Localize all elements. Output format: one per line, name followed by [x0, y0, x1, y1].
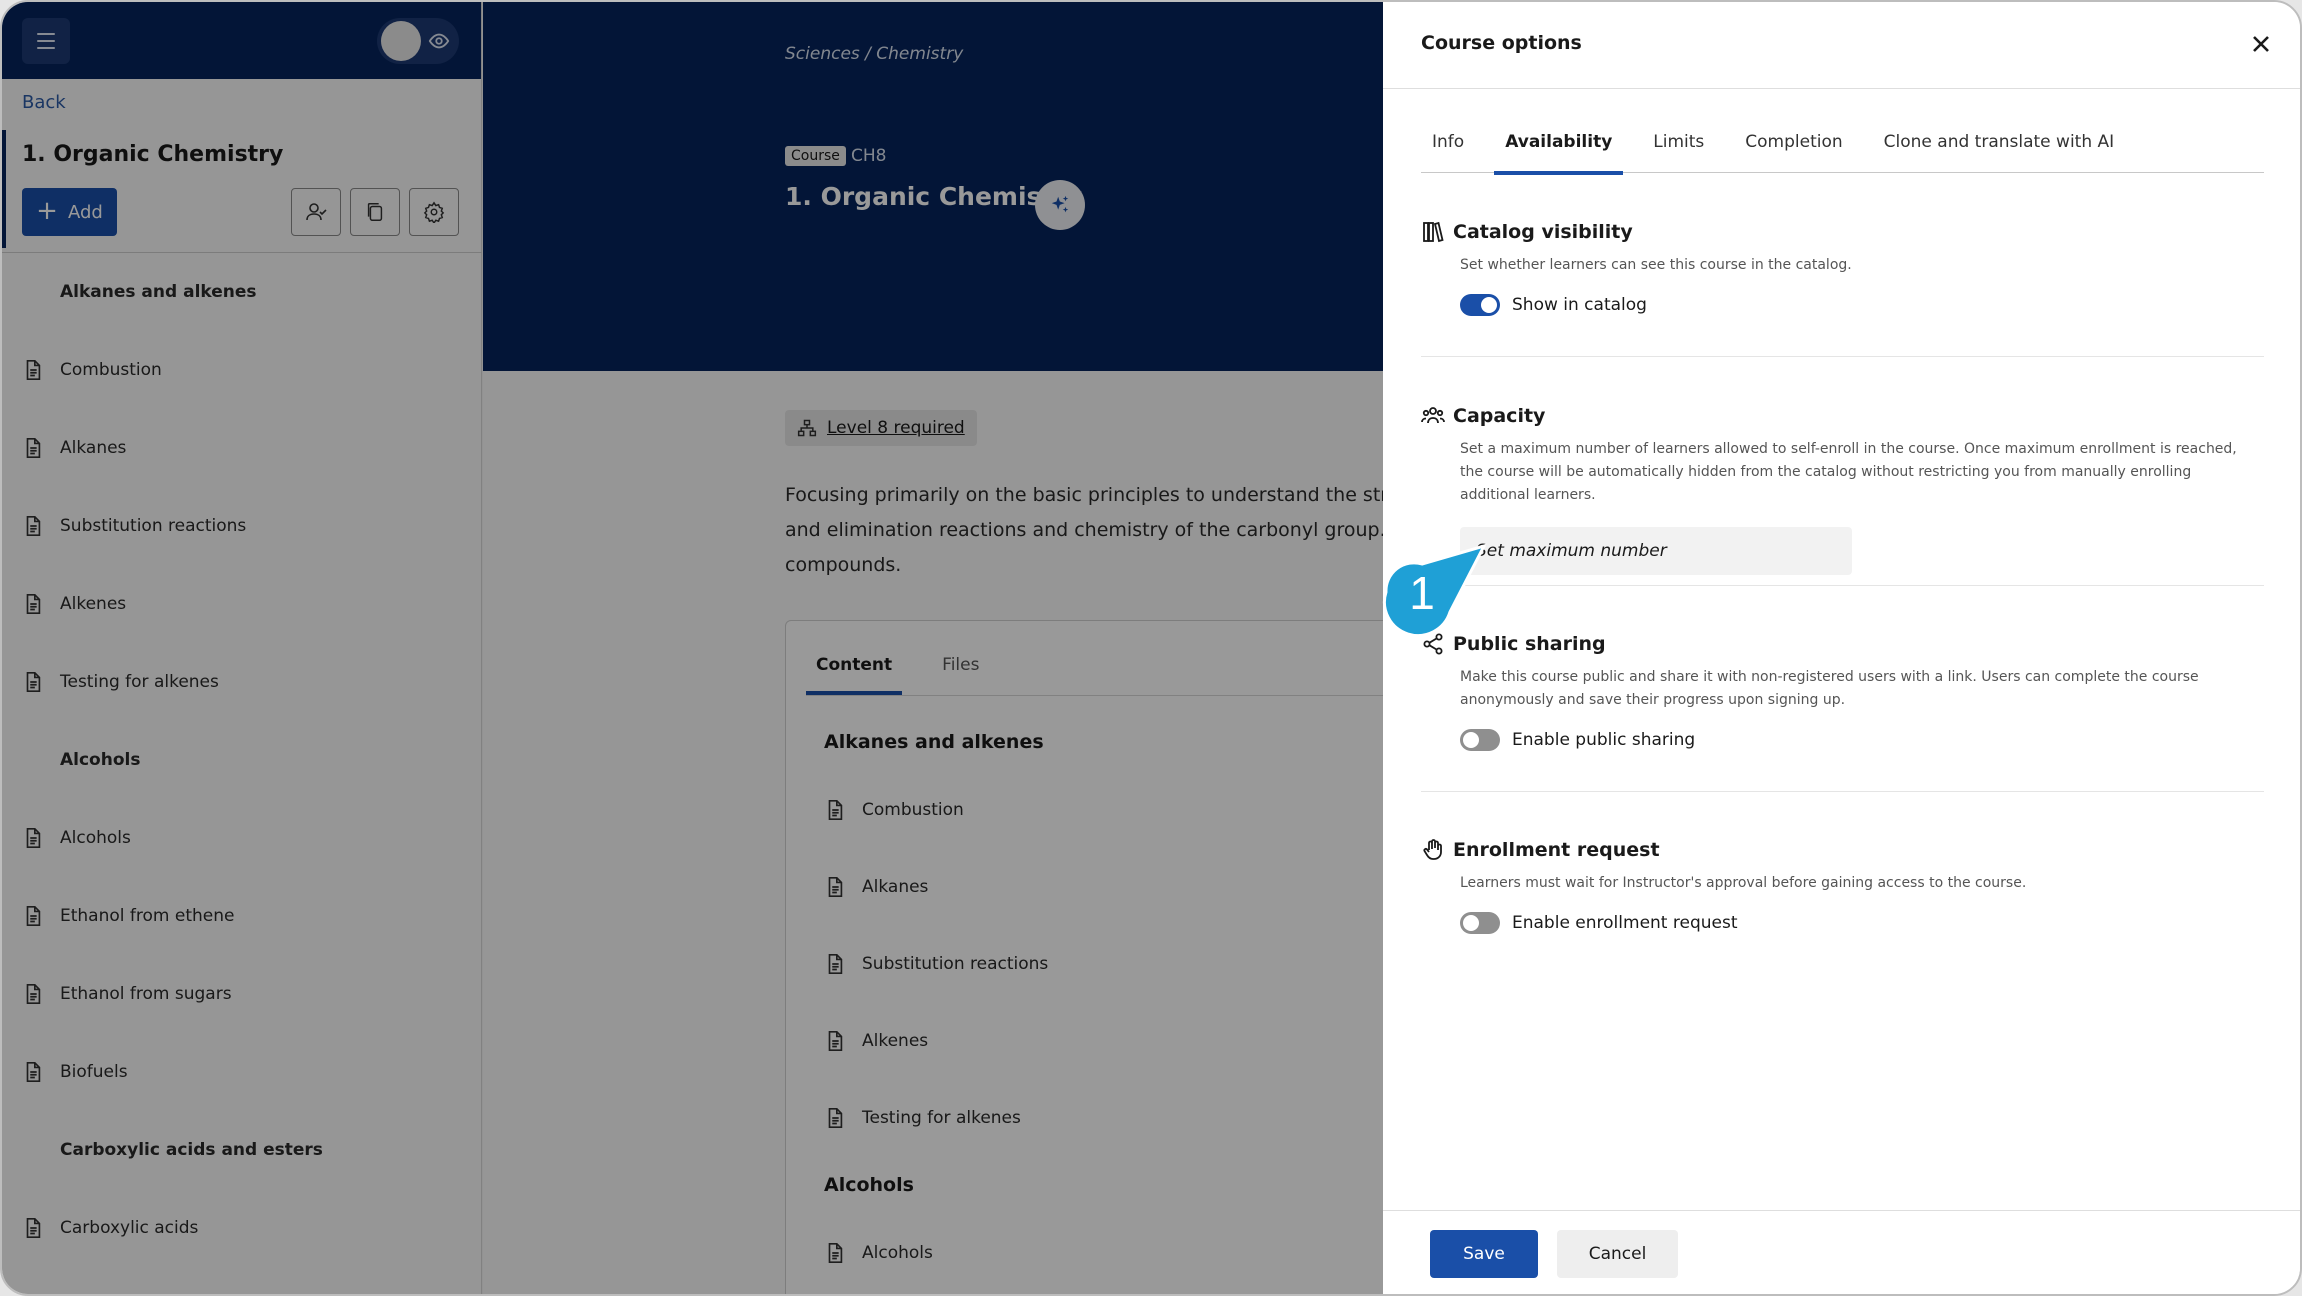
hand-icon	[1423, 839, 1442, 860]
tab-availability[interactable]: Availability	[1494, 118, 1624, 175]
course-options-panel: Course options Info Availability Limits Com…	[1383, 2, 2300, 1294]
catalog-visibility-description: Set whether learners can see this course…	[1460, 257, 1852, 273]
options-tabs: Info Availability Limits Completion Clone an…	[1421, 118, 2264, 175]
tab-limits[interactable]: Limits	[1642, 118, 1715, 173]
public-sharing-description: Make this course public and share it wit…	[1460, 669, 2199, 708]
show-in-catalog-label: Show in catalog	[1512, 295, 1647, 315]
tab-clone-and-translate-with-ai[interactable]: Clone and translate with AI	[1873, 118, 2126, 173]
catalog-visibility-title: Catalog visibility	[1453, 221, 1633, 243]
modal-backdrop[interactable]	[2, 2, 1383, 1294]
section-divider	[1421, 791, 2264, 792]
public-sharing-label: Enable public sharing	[1512, 730, 1696, 750]
public-sharing-section: Public sharing Make this course public a…	[1421, 630, 2264, 754]
save-button[interactable]: Save	[1430, 1230, 1538, 1278]
public-sharing-toggle[interactable]	[1460, 729, 1500, 751]
cancel-button[interactable]: Cancel	[1557, 1230, 1678, 1278]
callout-marker: 1	[1382, 543, 1487, 638]
tab-completion[interactable]: Completion	[1734, 118, 1853, 173]
app-window: Back 1. Organic Chemistry + Add Alkanes …	[0, 0, 2302, 1296]
enrollment-request-section: Enrollment request Learners must wait fo…	[1421, 836, 2264, 937]
panel-footer: Save Cancel	[1383, 1210, 2300, 1294]
close-icon[interactable]	[2249, 32, 2273, 56]
section-divider	[1421, 585, 2264, 586]
callout-number: 1	[1409, 567, 1435, 619]
capacity-title: Capacity	[1453, 405, 1546, 427]
section-divider	[1421, 356, 2264, 357]
enrollment-request-description: Learners must wait for Instructor's appr…	[1460, 875, 2027, 891]
capacity-section: Capacity Set a maximum number of learner…	[1421, 402, 2264, 575]
enrollment-request-title: Enrollment request	[1453, 839, 1660, 861]
show-in-catalog-toggle[interactable]	[1460, 294, 1500, 316]
group-icon	[1421, 407, 1445, 424]
enrollment-request-label: Enable enrollment request	[1512, 913, 1738, 933]
enrollment-request-toggle[interactable]	[1460, 912, 1500, 934]
panel-header: Course options	[1383, 2, 2300, 89]
catalog-visibility-section: Catalog visibility Set whether learners …	[1421, 218, 2264, 319]
capacity-description: Set a maximum number of learners allowed…	[1460, 441, 2237, 503]
max-learners-input[interactable]	[1460, 527, 1852, 575]
panel-title: Course options	[1421, 32, 1582, 54]
tab-info[interactable]: Info	[1421, 118, 1475, 173]
catalog-icon	[1423, 221, 1444, 243]
